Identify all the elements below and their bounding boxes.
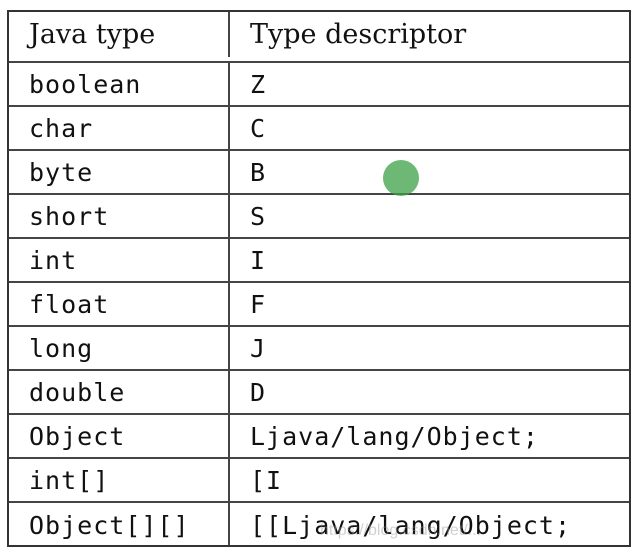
java-type-cell: short bbox=[29, 201, 110, 231]
type-descriptor-cell: I bbox=[250, 245, 267, 275]
type-descriptor-cell: Z bbox=[250, 69, 267, 99]
type-descriptor-cell: J bbox=[250, 333, 267, 363]
header-java-type: Java type bbox=[29, 19, 156, 50]
java-type-cell: int bbox=[29, 245, 78, 275]
cursor-highlight-icon bbox=[383, 160, 419, 196]
type-descriptor-cell: D bbox=[250, 377, 267, 407]
java-type-cell: Object[][] bbox=[29, 510, 190, 540]
java-type-cell: char bbox=[29, 113, 94, 143]
table-row: int I bbox=[9, 239, 629, 283]
java-type-cell: Object bbox=[29, 421, 126, 451]
java-type-cell: boolean bbox=[29, 69, 142, 99]
type-descriptor-cell: F bbox=[250, 289, 267, 319]
type-descriptor-cell: B bbox=[250, 157, 267, 187]
table-row: char C bbox=[9, 107, 629, 151]
java-type-cell: double bbox=[29, 377, 126, 407]
watermark: https://blog.csdn.net/... bbox=[320, 522, 481, 539]
table-row: int[] [I bbox=[9, 459, 629, 503]
table-row: float F bbox=[9, 283, 629, 327]
table-row: boolean Z bbox=[9, 63, 629, 107]
table-row: byte B bbox=[9, 151, 629, 195]
java-type-cell: int[] bbox=[29, 465, 110, 495]
java-type-cell: long bbox=[29, 333, 94, 363]
type-descriptor-cell: [I bbox=[250, 465, 283, 495]
table-row: Object[][] [[Ljava/lang/Object; bbox=[9, 503, 629, 547]
table-row: double D bbox=[9, 371, 629, 415]
table-header-row: Java type Type descriptor bbox=[9, 12, 629, 57]
java-type-descriptor-table: Java type Type descriptor boolean Zchar Cb… bbox=[7, 10, 631, 547]
java-type-cell: byte bbox=[29, 157, 94, 187]
header-type-descriptor: Type descriptor bbox=[250, 19, 467, 50]
table-row: Object Ljava/lang/Object; bbox=[9, 415, 629, 459]
type-descriptor-cell: Ljava/lang/Object; bbox=[250, 421, 539, 451]
table-row: long J bbox=[9, 327, 629, 371]
type-descriptor-cell: S bbox=[250, 201, 267, 231]
type-descriptor-cell: C bbox=[250, 113, 267, 143]
java-type-cell: float bbox=[29, 289, 110, 319]
table-row: short S bbox=[9, 195, 629, 239]
